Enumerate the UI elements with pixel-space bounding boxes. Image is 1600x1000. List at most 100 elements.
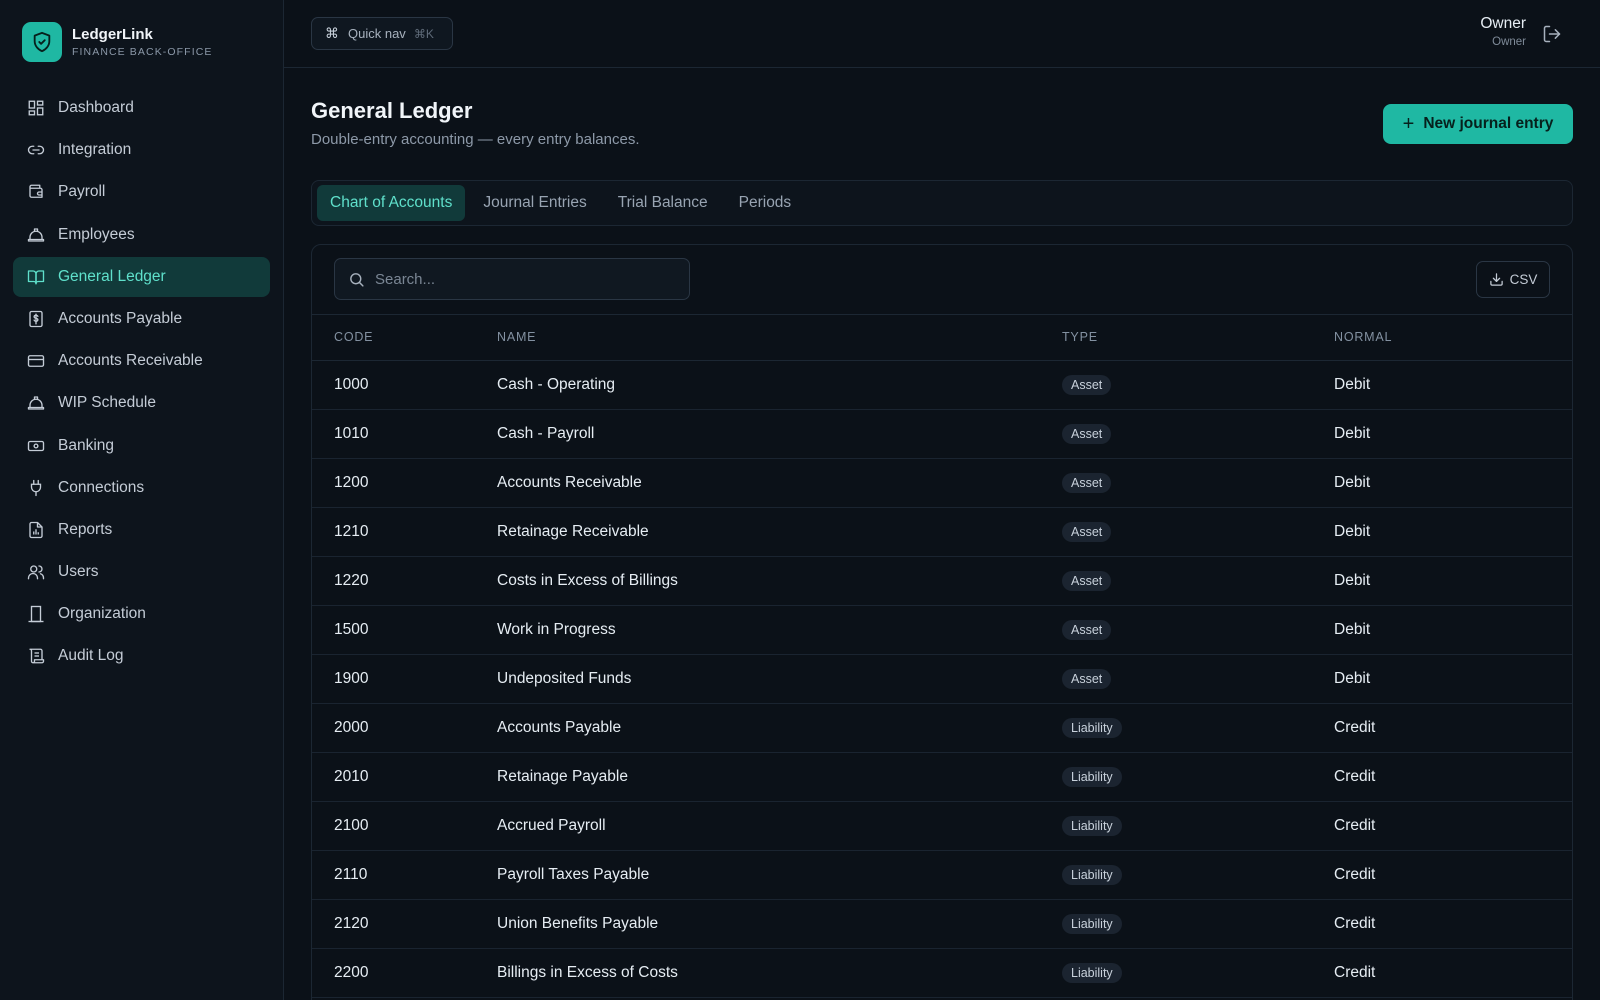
table-row[interactable]: 1010 Cash - Payroll Asset Debit — [312, 409, 1572, 459]
sidebar-item-label: General Ledger — [58, 267, 166, 285]
type-badge: Liability — [1062, 717, 1122, 738]
sidebar-item-integration[interactable]: Integration — [13, 130, 270, 170]
column-header-code[interactable]: CODE — [312, 315, 497, 361]
account-name: Union Benefits Payable — [497, 899, 1062, 949]
type-badge: Liability — [1062, 766, 1122, 787]
type-badge: Asset — [1062, 619, 1112, 640]
quick-nav-label: Quick nav — [348, 26, 406, 41]
normal-balance: Debit — [1334, 360, 1572, 410]
sidebar-item-general-ledger[interactable]: General Ledger — [13, 256, 270, 297]
sidebar-item-users[interactable]: Users — [13, 552, 270, 592]
brand[interactable]: LedgerLink FINANCE BACK-OFFICE — [22, 22, 213, 62]
sidebar-item-dashboard[interactable]: Dashboard — [13, 88, 270, 128]
table-header-row: CODE NAME TYPE NORMAL — [312, 315, 1572, 361]
sidebar-item-connections[interactable]: Connections — [13, 468, 270, 508]
new-journal-entry-button[interactable]: + New journal entry — [1383, 104, 1573, 144]
scroll-icon — [29, 649, 45, 664]
column-header-normal[interactable]: NORMAL — [1334, 315, 1572, 361]
column-header-name[interactable]: NAME — [497, 315, 1062, 361]
user-menu[interactable]: Owner Owner — [1480, 14, 1526, 50]
search-box[interactable] — [334, 258, 690, 300]
type-badge: Asset — [1062, 570, 1112, 591]
account-name: Accounts Payable — [497, 703, 1062, 753]
sidebar-item-label: Payroll — [58, 183, 106, 201]
account-code: 1010 — [312, 409, 497, 459]
account-name: Undeposited Funds — [497, 654, 1062, 704]
book-icon — [27, 270, 45, 285]
type-badge: Asset — [1062, 668, 1112, 689]
table-row[interactable]: 2110 Payroll Taxes Payable Liability Credit — [312, 850, 1572, 900]
csv-label: CSV — [1509, 272, 1538, 287]
type-badge: Asset — [1062, 374, 1112, 395]
table-row[interactable]: 2000 Accounts Payable Liability Credit — [312, 703, 1572, 753]
sidebar-item-label: Users — [58, 563, 99, 581]
new-journal-entry-label: New journal entry — [1423, 115, 1554, 132]
table-row[interactable]: 1210 Retainage Receivable Asset Debit — [312, 507, 1572, 557]
tab-periods[interactable]: Periods — [726, 185, 805, 221]
sidebar-item-employees[interactable]: Employees — [13, 215, 270, 255]
table-row[interactable]: 2010 Retainage Payable Liability Credit — [312, 752, 1572, 802]
link-icon — [27, 145, 45, 155]
column-header-type[interactable]: TYPE — [1062, 315, 1334, 361]
type-badge: Liability — [1062, 962, 1122, 983]
banknote-icon — [27, 440, 45, 451]
account-name: Cash - Operating — [497, 360, 1062, 410]
table-toolbar: CSV — [312, 245, 1572, 315]
sidebar-item-banking[interactable]: Banking — [13, 426, 270, 466]
quick-nav-shortcut: ⌘K — [413, 26, 434, 41]
sidebar-item-label: Connections — [58, 478, 145, 496]
table-row[interactable]: 1220 Costs in Excess of Billings Asset Debi… — [312, 556, 1572, 606]
type-badge: Asset — [1062, 472, 1112, 493]
search-input[interactable] — [375, 270, 675, 288]
sidebar-item-label: Dashboard — [58, 99, 134, 116]
sidebar-item-label: Employees — [58, 225, 135, 243]
table-row[interactable]: 2100 Accrued Payroll Liability Credit — [312, 801, 1572, 851]
normal-balance: Debit — [1334, 507, 1572, 557]
account-code: 1900 — [312, 654, 497, 704]
table-row[interactable]: 1200 Accounts Receivable Asset Debit — [312, 458, 1572, 508]
building-icon — [28, 606, 44, 623]
account-name: Billings in Excess of Costs — [497, 948, 1062, 998]
sidebar-item-label: Banking — [58, 436, 115, 454]
shield-logo-icon — [22, 22, 62, 62]
card-icon — [27, 355, 45, 368]
sidebar-item-accounts-payable[interactable]: Accounts Payable — [13, 299, 270, 339]
sidebar-item-payroll[interactable]: Payroll — [13, 172, 270, 212]
account-name: Costs in Excess of Billings — [497, 556, 1062, 606]
table-row[interactable]: 1000 Cash - Operating Asset Debit — [312, 360, 1572, 410]
csv-export-button[interactable]: CSV — [1476, 261, 1550, 298]
account-code: 1500 — [312, 605, 497, 655]
tab-trial-balance[interactable]: Trial Balance — [605, 185, 721, 221]
table-row[interactable]: 1500 Work in Progress Asset Debit — [312, 605, 1572, 655]
sidebar-item-accounts-receivable[interactable]: Accounts Receivable — [13, 341, 270, 381]
sidebar-item-label: Accounts Receivable — [58, 352, 203, 370]
sidebar-nav: Dashboard Integration Payroll Employees … — [13, 88, 270, 679]
hardhat-icon — [27, 396, 45, 410]
account-code: 2120 — [312, 899, 497, 949]
sidebar-item-wip-schedule[interactable]: WIP Schedule — [13, 383, 270, 423]
table-row[interactable]: 2120 Union Benefits Payable Liability Credi… — [312, 899, 1572, 949]
table-row[interactable]: 1900 Undeposited Funds Asset Debit — [312, 654, 1572, 704]
plug-icon — [30, 479, 42, 496]
quick-nav-button[interactable]: ⌘ Quick nav ⌘K — [311, 17, 453, 50]
sidebar-item-label: Integration — [58, 141, 132, 159]
dollar-doc-icon — [29, 310, 43, 328]
type-badge: Asset — [1062, 521, 1112, 542]
sidebar-item-audit-log[interactable]: Audit Log — [13, 636, 270, 676]
dashboard-icon — [28, 100, 44, 116]
tab-chart-of-accounts[interactable]: Chart of Accounts — [317, 185, 466, 221]
logout-icon[interactable] — [1542, 24, 1562, 44]
normal-balance: Debit — [1334, 654, 1572, 704]
accounts-table: CODE NAME TYPE NORMAL 1000 Cash - Operati… — [312, 315, 1572, 998]
normal-balance: Debit — [1334, 556, 1572, 606]
accounts-card: CSV CODE NAME TYPE NORMAL 1000Cash - Ope… — [311, 244, 1573, 1000]
table-row[interactable]: 2200 Billings in Excess of Costs Liability… — [312, 948, 1572, 998]
sidebar-item-reports[interactable]: Reports — [13, 510, 270, 550]
type-badge: Liability — [1062, 815, 1122, 836]
sidebar-item-organization[interactable]: Organization — [13, 594, 270, 634]
tab-journal-entries[interactable]: Journal Entries — [470, 185, 599, 221]
account-code: 2200 — [312, 948, 497, 998]
hardhat-icon — [27, 227, 45, 242]
normal-balance: Credit — [1334, 850, 1572, 900]
account-name: Accrued Payroll — [497, 801, 1062, 851]
